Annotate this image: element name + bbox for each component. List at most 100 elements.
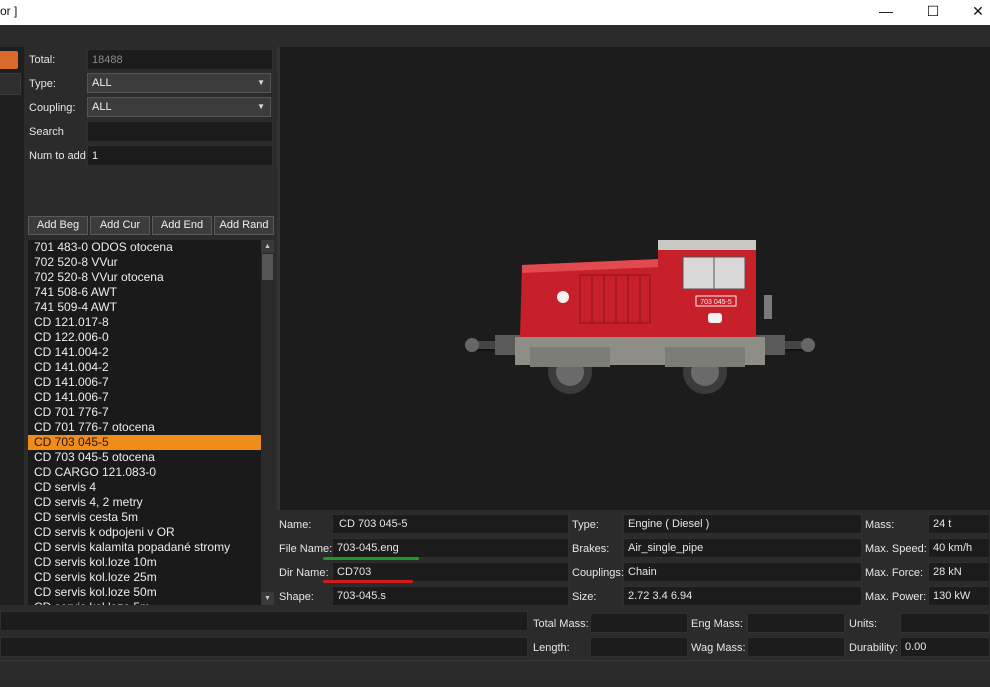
list-item[interactable]: CD servis 4 <box>28 480 261 495</box>
add-cur-button[interactable]: Add Cur <box>90 216 150 235</box>
wag-mass-label: Wag Mass: <box>691 642 746 654</box>
chevron-down-icon: ▼ <box>257 78 265 87</box>
list-item[interactable]: CD servis kol.loze 10m <box>28 555 261 570</box>
consist-file-field[interactable] <box>0 637 528 657</box>
consist-name-field[interactable] <box>0 611 528 631</box>
orange-button[interactable] <box>0 51 18 69</box>
filter-panel: Total: 18488 Type: ALL ▼ Coupling: ALL ▼… <box>24 47 277 605</box>
close-icon[interactable]: ✕ <box>956 0 990 25</box>
list-item[interactable]: CD 141.006-7 <box>28 390 261 405</box>
list-item[interactable]: CD servis kalamita popadané stromy <box>28 540 261 555</box>
max-power-field: 130 kW <box>928 586 990 606</box>
length-field <box>590 637 688 657</box>
red-underline <box>323 580 413 583</box>
list-item[interactable]: CD 122.006-0 <box>28 330 261 345</box>
scroll-thumb[interactable] <box>262 254 273 280</box>
shape-field: 703-045.s <box>332 586 569 606</box>
total-field: 18488 <box>87 49 273 70</box>
list-item[interactable]: CD 701 776-7 otocena <box>28 420 261 435</box>
handrail <box>764 295 772 319</box>
green-underline <box>323 557 419 560</box>
list-item[interactable]: CD 701 776-7 <box>28 405 261 420</box>
list-item[interactable]: CD 141.004-2 <box>28 345 261 360</box>
add-beg-button[interactable]: Add Beg <box>28 216 88 235</box>
left-collapsed-panel <box>0 47 24 605</box>
list-item[interactable]: CD servis kol.loze 25m <box>28 570 261 585</box>
locomotive-image: 703 045-5 <box>465 240 815 394</box>
total-mass-label: Total Mass: <box>533 618 589 630</box>
shape-label: Shape: <box>279 591 314 603</box>
size-label: Size: <box>572 591 597 603</box>
list-item[interactable]: CD 703 045-5 <box>28 435 261 450</box>
mass-label: Mass: <box>865 519 895 531</box>
brakes-label: Brakes: <box>572 543 610 555</box>
units-label: Units: <box>849 618 878 630</box>
dir-name-label: Dir Name: <box>279 567 329 579</box>
type-info-label: Type: <box>572 519 599 531</box>
left-field[interactable] <box>0 73 21 95</box>
list-scrollbar[interactable]: ▲ ▼ <box>261 240 274 605</box>
chevron-down-icon: ▼ <box>257 102 265 111</box>
name-value: CD 703 045-5 <box>339 518 408 530</box>
list-item[interactable]: CD servis 4, 2 metry <box>28 495 261 510</box>
couplings-label: Couplings: <box>572 567 624 579</box>
type-select[interactable]: ALL ▼ <box>87 73 271 93</box>
add-end-button[interactable]: Add End <box>152 216 212 235</box>
vehicle-list[interactable]: 701 483-0 ODOS otocena 702 520-8 VVur 702 … <box>28 240 261 605</box>
list-item[interactable]: CD 141.004-2 <box>28 360 261 375</box>
model-viewer[interactable]: 703 045-5 <box>280 47 990 510</box>
name-label: Name: <box>279 519 312 531</box>
search-input[interactable] <box>87 121 273 142</box>
max-speed-field: 40 km/h <box>928 538 990 558</box>
coupling-select[interactable]: ALL ▼ <box>87 97 271 117</box>
eng-mass-field <box>747 613 845 633</box>
total-mass-field <box>590 613 688 633</box>
minimize-icon[interactable]: — <box>864 0 908 25</box>
dir-name-field: CD703 <box>332 562 569 582</box>
number-plate-text: 703 045-5 <box>700 299 732 306</box>
list-item[interactable]: CD servis kol.loze 50m <box>28 585 261 600</box>
list-item[interactable]: CD 141.006-7 <box>28 375 261 390</box>
length-label: Length: <box>533 642 570 654</box>
list-item[interactable]: CD CARGO 121.083-0 <box>28 465 261 480</box>
status-bar <box>0 660 990 687</box>
type-info-field: Engine ( Diesel ) <box>623 514 862 534</box>
list-item[interactable]: CD servis kol.loze 5m <box>28 600 261 605</box>
list-item[interactable]: CD servis cesta 5m <box>28 510 261 525</box>
maximize-icon[interactable]: ☐ <box>911 0 955 25</box>
list-item[interactable]: 701 483-0 ODOS otocena <box>28 240 261 255</box>
logo-emblem <box>557 291 569 303</box>
add-rand-button[interactable]: Add Rand <box>214 216 274 235</box>
couplings-field: Chain <box>623 562 862 582</box>
max-speed-label: Max. Speed: <box>865 543 927 555</box>
num-to-add-label: Num to add <box>29 150 86 162</box>
toolbar-gap <box>0 25 990 47</box>
list-item[interactable]: 741 508-6 AWT <box>28 285 261 300</box>
list-item[interactable]: 741 509-4 AWT <box>28 300 261 315</box>
durability-field[interactable]: 0.00 <box>900 637 990 657</box>
scroll-up-icon[interactable]: ▲ <box>261 240 274 253</box>
max-force-label: Max. Force: <box>865 567 924 579</box>
max-power-label: Max. Power: <box>865 591 927 603</box>
vehicle-info-panel: Name: CD 703 045-5 File Name: 703-045.en… <box>277 510 990 608</box>
consist-totals: Total Mass: Length: Eng Mass: Wag Mass: … <box>0 608 990 658</box>
file-name-field: 703-045.eng <box>332 538 569 558</box>
type-label: Type: <box>29 78 56 90</box>
list-item[interactable]: CD 703 045-5 otocena <box>28 450 261 465</box>
list-item[interactable]: CD 121.017-8 <box>28 315 261 330</box>
eng-mass-label: Eng Mass: <box>691 618 743 630</box>
brakes-field: Air_single_pipe <box>623 538 862 558</box>
total-label: Total: <box>29 54 56 66</box>
list-item[interactable]: 702 520-8 VVur otocena <box>28 270 261 285</box>
scroll-down-icon[interactable]: ▼ <box>261 592 274 605</box>
list-item[interactable]: 702 520-8 VVur <box>28 255 261 270</box>
coupling-select-value: ALL <box>92 101 112 113</box>
type-select-value: ALL <box>92 77 112 89</box>
max-force-field: 28 kN <box>928 562 990 582</box>
num-to-add-input[interactable]: 1 <box>87 145 273 166</box>
buffer-left-head <box>465 338 479 352</box>
search-label: Search <box>29 126 64 138</box>
list-item[interactable]: CD servis k odpojeni v OR <box>28 525 261 540</box>
buffer-right-head <box>801 338 815 352</box>
wag-mass-field <box>747 637 845 657</box>
